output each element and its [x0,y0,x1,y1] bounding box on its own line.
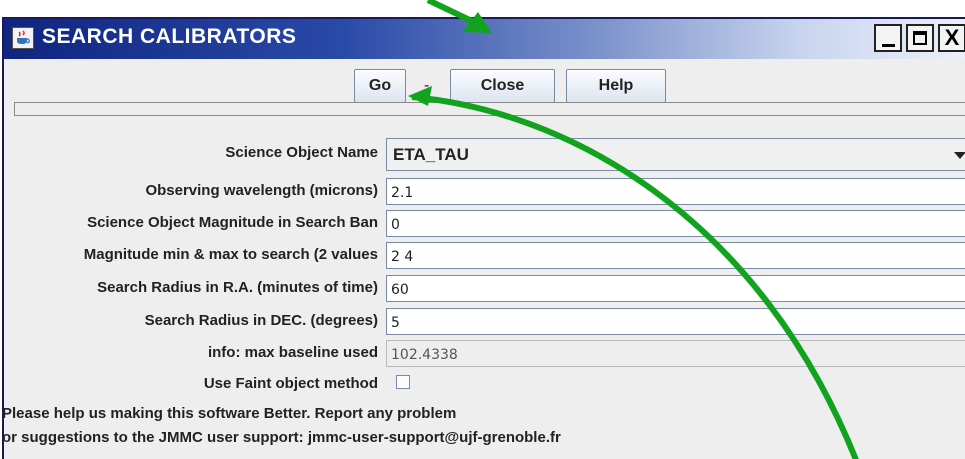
java-cup-icon [12,27,34,49]
minimize-button[interactable] [874,24,902,52]
go-button[interactable]: Go [354,69,406,103]
science-object-name-value: ETA_TAU [393,145,469,164]
max-baseline-label: info: max baseline used [207,344,378,361]
science-object-name-combobox[interactable]: ETA_TAU [386,138,965,171]
wavelength-label: Observing wavelength (microns) [145,182,378,199]
button-separator: - [424,77,430,94]
search-radius-dec-label: Search Radius in DEC. (degrees) [144,312,378,329]
magnitude-field[interactable]: 0 [386,210,965,237]
search-radius-ra-label: Search Radius in R.A. (minutes of time) [97,279,378,296]
window-title: SEARCH CALIBRATORS [42,25,297,48]
maximize-icon [913,31,927,45]
search-calibrators-window: SEARCH CALIBRATORS X Go - Close Help [2,17,965,459]
maximize-button[interactable] [906,24,934,52]
science-object-name-label: Science Object Name [225,144,378,161]
wavelength-field[interactable]: 2.1 [386,178,965,205]
magnitude-range-field[interactable]: 2 4 [386,242,965,269]
search-radius-ra-field[interactable]: 60 [386,275,965,302]
search-radius-dec-field[interactable]: 5 [386,308,965,335]
max-baseline-field: 102.4338 [386,340,965,367]
close-icon: X [944,25,960,50]
screenshot-stage: SEARCH CALIBRATORS X Go - Close Help Sci… [0,0,965,459]
progress-bar [14,102,965,116]
chevron-down-icon[interactable] [949,147,965,163]
help-note-line1: Please help us making this software Bett… [2,405,457,422]
magnitude-label: Science Object Magnitude in Search Ban [87,214,378,231]
close-button[interactable]: Close [450,69,555,103]
help-note-line2: or suggestions to the JMMC user support:… [2,429,561,446]
title-bar[interactable]: SEARCH CALIBRATORS X [4,19,965,59]
close-window-button[interactable]: X [938,24,965,52]
magnitude-range-label: Magnitude min & max to search (2 values [83,246,378,263]
faint-object-label: Use Faint object method [203,375,378,392]
help-button[interactable]: Help [566,69,666,103]
faint-object-checkbox[interactable] [396,375,410,389]
minimize-icon [882,44,895,47]
